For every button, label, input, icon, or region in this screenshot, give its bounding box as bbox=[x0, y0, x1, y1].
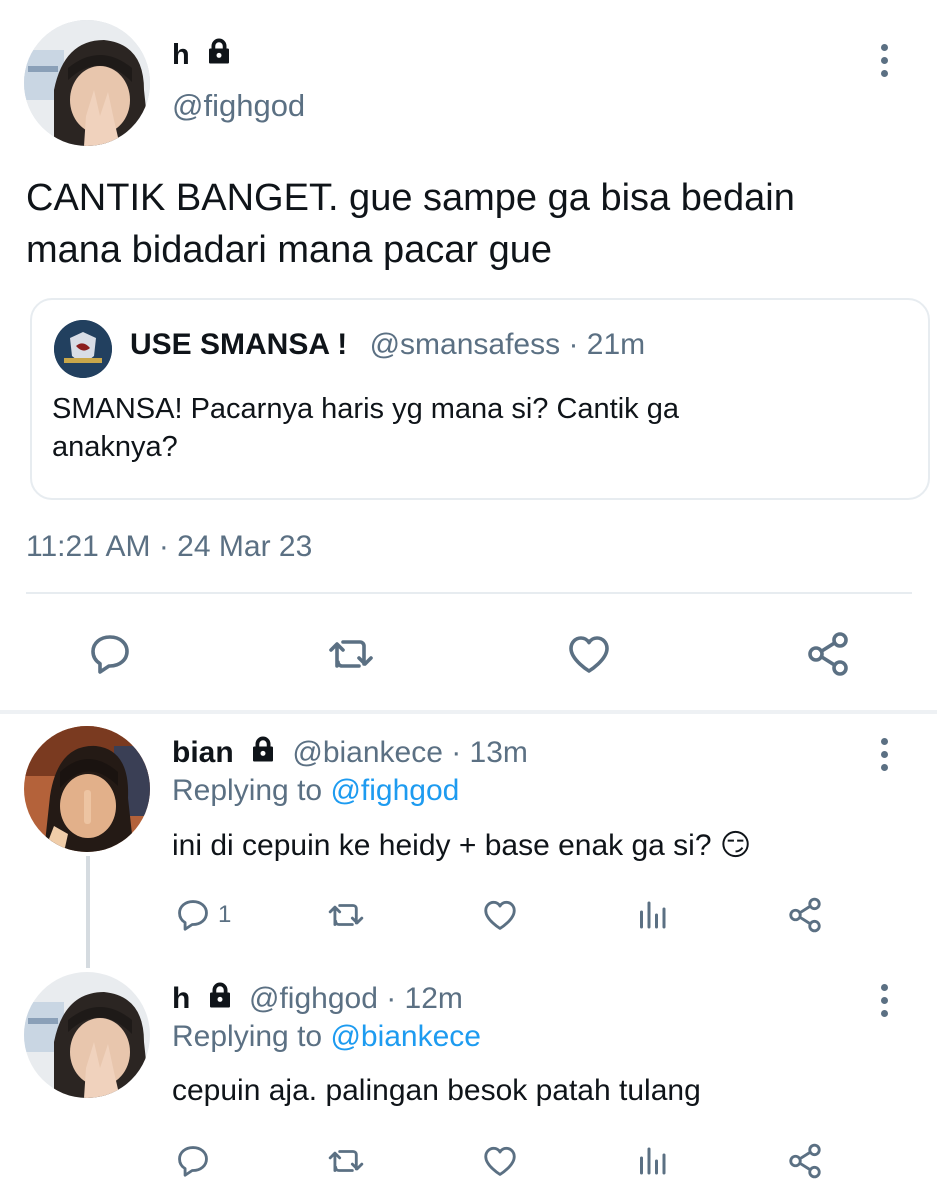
quote-display-name: USE SMANSA ! bbox=[130, 328, 348, 361]
divider bbox=[26, 592, 912, 594]
avatar[interactable] bbox=[24, 20, 150, 146]
avatar[interactable] bbox=[24, 972, 150, 1098]
tweet-text-line: mana bidadari mana pacar gue bbox=[26, 229, 553, 271]
handle-time[interactable]: @biankece · 13m bbox=[292, 736, 528, 769]
reply-button[interactable] bbox=[174, 1142, 212, 1180]
replying-to: Replying to @biankece bbox=[172, 1020, 481, 1054]
quote-text-line: anaknya? bbox=[52, 431, 178, 463]
quote-handle-time: @smansafess · 21m bbox=[369, 328, 646, 361]
lock-icon bbox=[208, 38, 229, 64]
like-button[interactable] bbox=[564, 630, 614, 678]
more-vertical-icon[interactable] bbox=[874, 984, 894, 1017]
quote-text: SMANSA! Pacarnya haris yg mana si? Canti… bbox=[52, 390, 679, 466]
reply-header: bian @biankece · 13m bbox=[172, 734, 528, 770]
share-icon bbox=[789, 897, 821, 933]
lock-icon bbox=[209, 982, 230, 1008]
retweet-button[interactable] bbox=[326, 896, 366, 934]
share-icon bbox=[789, 1143, 821, 1179]
views-button[interactable] bbox=[634, 1142, 670, 1180]
display-name[interactable]: bian bbox=[172, 736, 234, 769]
tweet-timestamp[interactable]: 11:21 AM · 24 Mar 23 bbox=[26, 530, 312, 564]
replying-to: Replying to @fighgod bbox=[172, 774, 459, 808]
retweet-icon bbox=[328, 1150, 364, 1172]
replying-prefix: Replying to bbox=[172, 774, 331, 807]
like-icon bbox=[484, 1146, 516, 1176]
tweet-text-line: CANTIK BANGET. gue sampe ga bisa bedain bbox=[26, 177, 795, 219]
handle-time[interactable]: @fighgod · 12m bbox=[249, 982, 463, 1015]
reply-text: cepuin aja. palingan besok patah tulang bbox=[172, 1074, 701, 1107]
like-icon bbox=[569, 636, 609, 673]
lock-icon bbox=[253, 736, 274, 762]
reply-icon bbox=[178, 1146, 208, 1177]
reply-count: 1 bbox=[218, 901, 232, 928]
replying-prefix: Replying to bbox=[172, 1020, 331, 1053]
replying-to-link[interactable]: @biankece bbox=[330, 1020, 481, 1053]
handle[interactable]: @fighgod bbox=[172, 88, 305, 124]
reply-text: ini di cepuin ke heidy + base enak ga si… bbox=[172, 829, 752, 862]
views-button[interactable] bbox=[634, 896, 670, 934]
thread-connector bbox=[86, 856, 90, 968]
quote-avatar bbox=[54, 320, 112, 378]
display-name[interactable]: h bbox=[172, 36, 234, 72]
reply-icon bbox=[178, 900, 208, 931]
share-button[interactable] bbox=[786, 1142, 824, 1180]
quote-text-line: SMANSA! Pacarnya haris yg mana si? Canti… bbox=[52, 393, 679, 425]
more-vertical-icon[interactable] bbox=[874, 44, 894, 77]
retweet-button[interactable] bbox=[326, 630, 376, 678]
avatar[interactable] bbox=[24, 726, 150, 852]
reply-button[interactable]: 1 bbox=[174, 896, 231, 934]
quote-header: USE SMANSA ! @smansafess · 21m bbox=[130, 328, 645, 362]
quote-avatar-logo bbox=[54, 320, 112, 378]
avatar-image bbox=[24, 972, 150, 1098]
reply-header: h @fighgod · 12m bbox=[172, 980, 463, 1016]
display-name-text[interactable]: h bbox=[172, 39, 190, 71]
tweet-text: CANTIK BANGET. gue sampe ga bisa bedain … bbox=[26, 172, 795, 276]
more-vertical-icon[interactable] bbox=[874, 738, 894, 771]
views-icon bbox=[640, 1147, 666, 1175]
views-icon bbox=[640, 901, 666, 929]
share-icon bbox=[808, 632, 848, 676]
retweet-icon bbox=[329, 640, 373, 668]
quote-tweet[interactable]: USE SMANSA ! @smansafess · 21m SMANSA! P… bbox=[30, 298, 930, 500]
section-divider bbox=[0, 710, 937, 714]
avatar-image bbox=[24, 726, 150, 852]
retweet-icon bbox=[328, 904, 364, 926]
like-icon bbox=[484, 900, 516, 930]
display-name[interactable]: h bbox=[172, 982, 190, 1015]
retweet-button[interactable] bbox=[326, 1142, 366, 1180]
like-button[interactable] bbox=[480, 896, 520, 934]
avatar-image bbox=[24, 20, 150, 146]
like-button[interactable] bbox=[480, 1142, 520, 1180]
reply-button[interactable] bbox=[86, 630, 134, 678]
share-button[interactable] bbox=[804, 630, 852, 678]
share-button[interactable] bbox=[786, 896, 824, 934]
replying-to-link[interactable]: @fighgod bbox=[330, 774, 459, 807]
reply-icon bbox=[91, 635, 129, 674]
